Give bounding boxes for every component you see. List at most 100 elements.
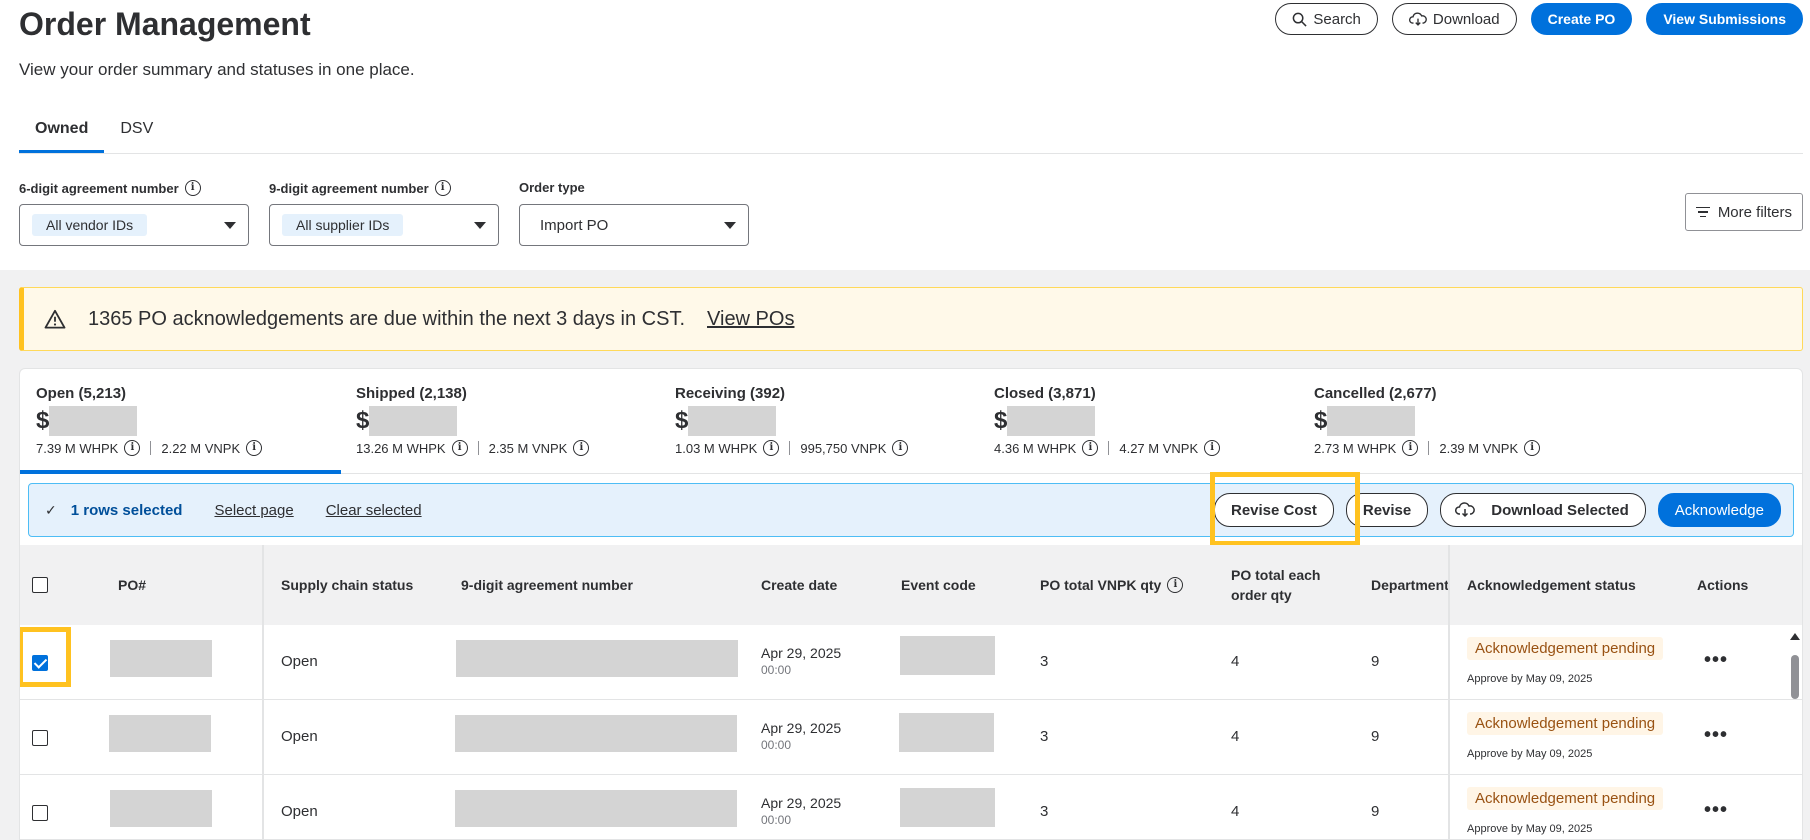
scroll-up-arrow-icon[interactable] <box>1790 633 1800 640</box>
supply-chain-status: Open <box>281 728 318 745</box>
revise-cost-highlight <box>1210 472 1360 546</box>
header-vnpk-qty[interactable]: PO total VNPK qty i <box>1040 575 1184 595</box>
acknowledge-button[interactable]: Acknowledge <box>1657 493 1781 527</box>
scroll-thumb[interactable] <box>1791 655 1799 699</box>
department: 9 <box>1371 728 1380 745</box>
header-po[interactable]: PO# <box>118 575 146 595</box>
vnpk-qty: 3 <box>1040 803 1049 820</box>
tabs: Owned DSV <box>19 112 169 153</box>
order-type-value: Import PO <box>540 216 609 234</box>
summary-title: Closed (3,871) <box>994 385 1096 402</box>
redacted-po-number <box>109 715 211 752</box>
select-all-checkbox[interactable] <box>32 577 48 593</box>
summary-title: Open (5,213) <box>36 385 127 402</box>
search-button[interactable]: Search <box>1275 3 1378 35</box>
selection-bar: ✓ 1 rows selected Select page Clear sele… <box>28 483 1794 537</box>
redacted-po-number <box>110 790 212 827</box>
vnpk-value: 2.39 M VNPK <box>1439 440 1519 456</box>
summary-meta: 13.26 M WHPK i 2.35 M VNPK i <box>356 440 656 456</box>
info-icon[interactable]: i <box>451 440 468 456</box>
download-button[interactable]: Download <box>1391 3 1517 35</box>
redacted-amount <box>1007 406 1096 436</box>
info-icon[interactable]: i <box>763 440 780 456</box>
whpk-value: 13.26 M WHPK <box>356 440 446 456</box>
info-icon[interactable]: i <box>573 440 590 456</box>
info-icon[interactable]: i <box>184 180 201 196</box>
frozen-column-divider <box>262 545 264 839</box>
info-icon[interactable]: i <box>1082 440 1099 456</box>
approve-by-date: Approve by May 09, 2025 <box>1467 673 1593 685</box>
summary-meta: 1.03 M WHPK i 995,750 VNPK i <box>675 440 975 456</box>
redacted-event-code <box>900 788 995 827</box>
row-checkbox[interactable] <box>32 805 48 821</box>
agreement6-select[interactable]: All vendor IDs <box>19 204 249 246</box>
cloud-download-icon <box>1408 12 1427 26</box>
checkmark-icon: ✓ <box>45 501 57 518</box>
info-icon[interactable]: i <box>892 440 909 456</box>
view-submissions-button[interactable]: View Submissions <box>1646 3 1803 35</box>
redacted-amount <box>1327 406 1416 436</box>
department: 9 <box>1371 803 1380 820</box>
info-icon[interactable]: i <box>1204 440 1221 456</box>
redacted-agreement-number <box>455 715 737 752</box>
header-department[interactable]: Department <box>1371 575 1471 595</box>
summary-amount: $ <box>1314 406 1614 436</box>
each-qty: 4 <box>1231 728 1240 745</box>
agreement6-label-text: 6-digit agreement number <box>19 180 179 196</box>
more-actions-icon[interactable]: ••• <box>1704 800 1728 820</box>
summary-meta: 7.39 M WHPK i 2.22 M VNPK i <box>36 440 336 456</box>
table-header: PO# Supply chain status 9-digit agreemen… <box>20 545 1802 625</box>
info-icon[interactable]: i <box>1402 440 1419 456</box>
vnpk-qty: 3 <box>1040 653 1049 670</box>
whpk-value: 7.39 M WHPK <box>36 440 119 456</box>
create-po-button[interactable]: Create PO <box>1530 3 1633 35</box>
agreement9-select[interactable]: All supplier IDs <box>269 204 499 246</box>
tab-owned[interactable]: Owned <box>19 112 105 153</box>
header-event-code[interactable]: Event code <box>901 575 976 595</box>
more-filters-button[interactable]: More filters <box>1684 193 1803 231</box>
table-scrollbar[interactable] <box>1790 633 1800 839</box>
each-qty: 4 <box>1231 803 1240 820</box>
table-row[interactable]: Open Apr 29, 2025 00:00 3 4 9 Acknowledge… <box>20 700 1802 775</box>
alert-message: 1365 PO acknowledgements are due within … <box>88 307 686 330</box>
more-actions-icon[interactable]: ••• <box>1704 725 1728 745</box>
select-page-link[interactable]: Select page <box>214 502 293 519</box>
info-icon[interactable]: i <box>1167 577 1184 593</box>
summary-closed[interactable]: Closed (3,871) $ 4.36 M WHPK i 4.27 M VN… <box>994 385 1294 456</box>
info-icon[interactable]: i <box>1524 440 1541 456</box>
supplier-ids-chip: All supplier IDs <box>282 214 404 236</box>
summary-receiving[interactable]: Receiving (392) $ 1.03 M WHPK i 995,750 … <box>675 385 975 456</box>
row-checkbox[interactable] <box>32 730 48 746</box>
table-row[interactable]: Open Apr 29, 2025 00:00 3 4 9 Acknowledge… <box>20 775 1802 839</box>
info-icon[interactable]: i <box>246 440 263 456</box>
summary-open[interactable]: Open (5,213) $ 7.39 M WHPK i 2.22 M VNPK… <box>36 385 336 456</box>
table-row[interactable]: Open Apr 29, 2025 00:00 3 4 9 Acknowledge… <box>20 625 1802 700</box>
summary-cancelled[interactable]: Cancelled (2,677) $ 2.73 M WHPK i 2.39 M… <box>1314 385 1614 456</box>
info-icon[interactable]: i <box>124 440 141 456</box>
header-agreement9[interactable]: 9-digit agreement number <box>461 575 633 595</box>
tab-dsv[interactable]: DSV <box>104 112 169 153</box>
header-ack-status[interactable]: Acknowledgement status <box>1467 575 1636 595</box>
page-title: Order Management <box>19 6 311 42</box>
order-type-filter-label: Order type <box>519 180 585 195</box>
summary-title: Receiving (392) <box>675 385 786 402</box>
summary-shipped[interactable]: Shipped (2,138) $ 13.26 M WHPK i 2.35 M … <box>356 385 656 456</box>
vnpk-value: 4.27 M VNPK <box>1119 440 1199 456</box>
header-supply-chain-status[interactable]: Supply chain status <box>281 575 413 595</box>
agreement6-filter-label: 6-digit agreement number i <box>19 180 201 196</box>
ack-status-badge: Acknowledgement pending <box>1467 712 1664 735</box>
clear-selected-link[interactable]: Clear selected <box>326 502 422 519</box>
view-pos-link[interactable]: View POs <box>707 308 794 331</box>
create-date: Apr 29, 2025 00:00 <box>761 795 842 827</box>
info-icon[interactable]: i <box>434 180 451 196</box>
redacted-agreement-number <box>455 790 737 827</box>
download-selected-button[interactable]: Download Selected <box>1440 493 1646 527</box>
redacted-amount <box>369 406 458 436</box>
cloud-download-icon <box>1455 502 1476 518</box>
header-each-qty[interactable]: PO total each order qty <box>1231 565 1341 605</box>
more-actions-icon[interactable]: ••• <box>1704 650 1728 670</box>
whpk-value: 2.73 M WHPK <box>1314 440 1397 456</box>
header-create-date[interactable]: Create date <box>761 575 837 595</box>
order-type-select[interactable]: Import PO <box>519 204 749 246</box>
summary-meta: 4.36 M WHPK i 4.27 M VNPK i <box>994 440 1294 456</box>
